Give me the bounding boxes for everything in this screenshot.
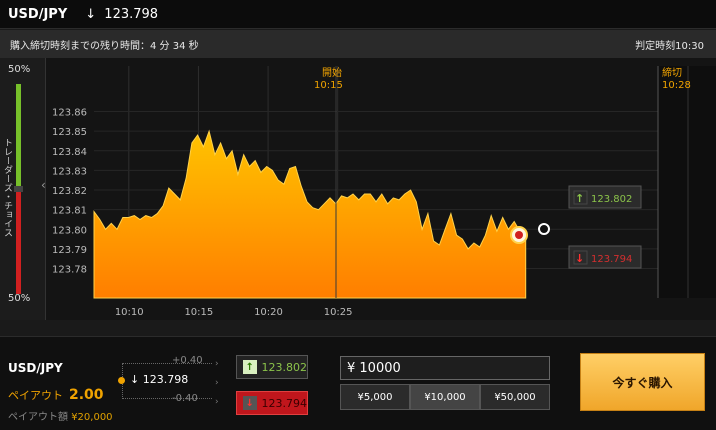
sentiment-top-pct: 50% bbox=[8, 64, 31, 75]
ladder-current-price: 123.798 bbox=[142, 373, 189, 386]
y-tick-label: 123.80 bbox=[52, 225, 87, 236]
up-arrow-icon: ↑ bbox=[243, 360, 257, 374]
y-tick-label: 123.86 bbox=[52, 108, 87, 119]
down-arrow-icon: ↓ bbox=[243, 396, 257, 410]
high-quote-box[interactable]: ↑ 123.802 bbox=[568, 185, 642, 209]
header-pair: USD/JPY bbox=[8, 6, 68, 22]
sentiment-bottom-pct: 50% bbox=[8, 293, 31, 304]
y-tick-label: 123.79 bbox=[52, 245, 87, 256]
y-tick-label: 123.82 bbox=[52, 186, 87, 197]
close-label: 締切 bbox=[662, 66, 682, 79]
open-label: 開始 bbox=[322, 66, 342, 79]
chevron-right-icon: › bbox=[215, 378, 219, 388]
remaining-time: 購入締切時刻までの残り時間：4 分 34 秒 bbox=[10, 40, 199, 52]
chevron-right-icon: › bbox=[215, 359, 219, 369]
low-quote-price: 123.794 bbox=[591, 254, 632, 265]
down-arrow-icon: ↓ bbox=[575, 252, 584, 265]
low-price: 123.794 bbox=[261, 396, 308, 410]
sentiment-knob bbox=[14, 186, 23, 192]
header-price: ↓ 123.798 bbox=[85, 7, 158, 22]
ladder-current-dot bbox=[118, 377, 125, 384]
down-arrow-icon: ↓ bbox=[85, 6, 97, 22]
ladder-down-arrow-icon: ↓ bbox=[130, 373, 140, 386]
low-quote-box[interactable]: ↓ 123.794 bbox=[568, 245, 642, 269]
payout-amount: ペイアウト額 ¥20,000 bbox=[8, 408, 113, 423]
traders-choice-label: トレーダーズ・チョイス bbox=[2, 138, 12, 237]
trade-down-icon bbox=[515, 231, 523, 239]
payout-label: ペイアウト bbox=[8, 389, 63, 402]
x-tick-label: 10:20 bbox=[254, 307, 283, 318]
preset-50000-button[interactable]: ¥50,000 bbox=[480, 384, 550, 410]
payout-value: 2.00 bbox=[69, 387, 104, 403]
amount-presets: ¥5,000 ¥10,000 ¥50,000 bbox=[340, 384, 550, 410]
y-tick-label: 123.83 bbox=[52, 166, 87, 177]
traders-choice-panel: 50% トレーダーズ・チョイス 50% ‹ bbox=[0, 58, 46, 320]
payout-amount-label: ペイアウト額 bbox=[8, 412, 68, 423]
price-chart-svg: 123.86 123.85 123.84 123.83 123.82 123.81 123.… bbox=[52, 66, 716, 318]
sentiment-bar bbox=[14, 84, 23, 294]
y-tick-label: 123.81 bbox=[52, 206, 87, 217]
y-tick-label: 123.84 bbox=[52, 147, 87, 158]
x-tick-label: 10:15 bbox=[184, 307, 213, 318]
judge-time: 判定時刻10:30 bbox=[635, 40, 704, 52]
chevron-right-icon: › bbox=[215, 397, 219, 407]
low-button[interactable]: ↓ 123.794 bbox=[236, 391, 308, 415]
high-quote-price: 123.802 bbox=[591, 194, 632, 205]
info-bar: 購入締切時刻までの残り時間：4 分 34 秒 判定時刻10:30 bbox=[0, 30, 716, 58]
open-time: 10:15 bbox=[314, 80, 343, 91]
header-price-value: 123.798 bbox=[104, 6, 159, 22]
close-time: 10:28 bbox=[662, 80, 691, 91]
header-bar: USD/JPY ↓ 123.798 bbox=[0, 0, 716, 29]
price-ladder: +0.40 ↓ 123.798 -0.40 › › › bbox=[118, 355, 228, 407]
ladder-current: ↓ 123.798 bbox=[130, 373, 188, 386]
preset-5000-button[interactable]: ¥5,000 bbox=[340, 384, 410, 410]
preset-10000-button[interactable]: ¥10,000 bbox=[410, 384, 480, 410]
current-price-dot bbox=[538, 223, 550, 235]
ladder-down-offset: -0.40 bbox=[172, 393, 198, 404]
high-price: 123.802 bbox=[261, 360, 308, 374]
trade-panel: USD/JPY ペイアウト 2.00 ペイアウト額 ¥20,000 +0.40 ↓… bbox=[0, 336, 716, 430]
high-button[interactable]: ↑ 123.802 bbox=[236, 355, 308, 379]
ladder-chevrons: › › › bbox=[215, 355, 219, 412]
amount-input[interactable]: ¥ 10000 bbox=[340, 356, 550, 380]
price-chart: 123.86 123.85 123.84 123.83 123.82 123.81 123.… bbox=[46, 58, 716, 320]
x-tick-label: 10:25 bbox=[324, 307, 353, 318]
buy-now-button[interactable]: 今すぐ購入 bbox=[580, 353, 705, 411]
close-zone bbox=[658, 66, 716, 298]
trade-pair: USD/JPY bbox=[8, 361, 63, 375]
payout-amount-value: ¥20,000 bbox=[71, 412, 113, 423]
up-arrow-icon: ↑ bbox=[575, 192, 584, 205]
price-area-series bbox=[93, 129, 527, 299]
y-tick-label: 123.78 bbox=[52, 265, 87, 276]
payout: ペイアウト 2.00 bbox=[8, 387, 104, 403]
x-tick-label: 10:10 bbox=[115, 307, 144, 318]
y-tick-label: 123.85 bbox=[52, 127, 87, 138]
